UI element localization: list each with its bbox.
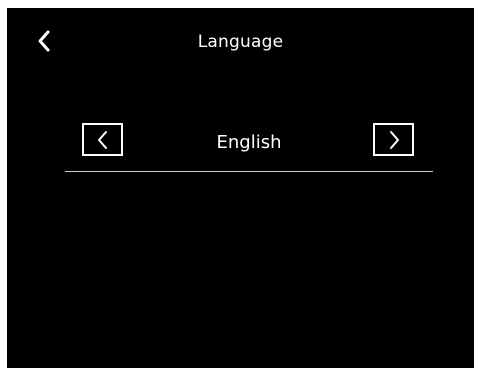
divider	[65, 171, 433, 172]
next-language-button[interactable]	[373, 123, 414, 156]
page-title: Language	[197, 32, 284, 52]
language-screen: Language English	[7, 8, 474, 368]
chevron-right-icon	[389, 130, 399, 149]
language-selector: English	[65, 120, 433, 172]
